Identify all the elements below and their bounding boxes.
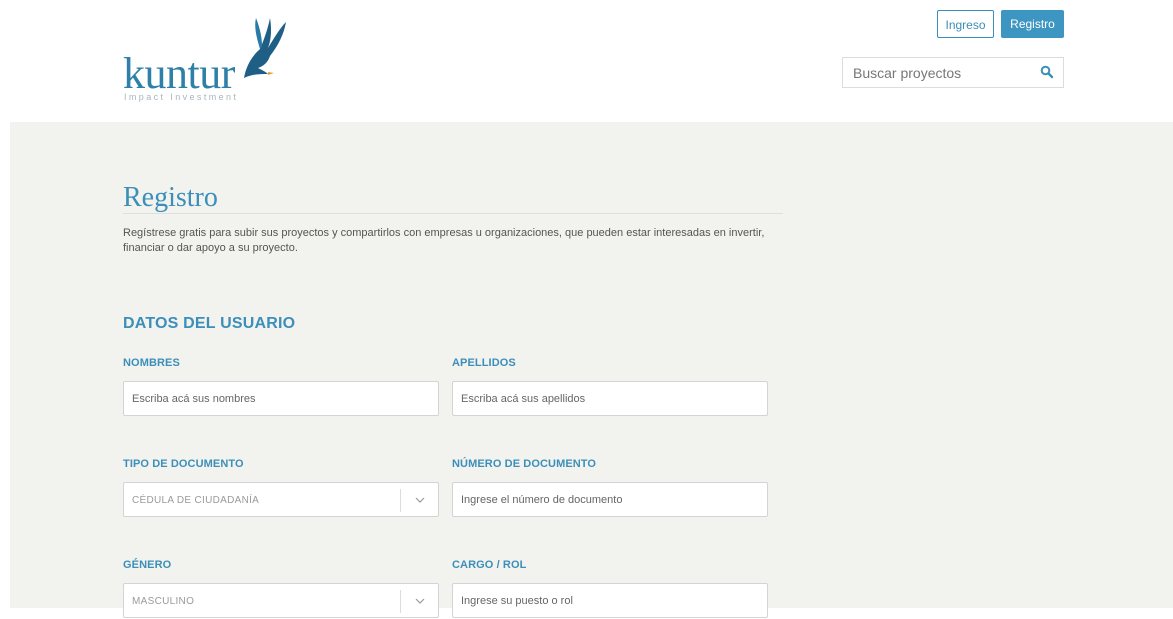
register-button[interactable]: Registro bbox=[1001, 10, 1064, 38]
cargo-field-wrapper bbox=[452, 583, 768, 618]
section-title-user-data: DATOS DEL USUARIO bbox=[123, 315, 296, 332]
login-button[interactable]: Ingreso bbox=[937, 10, 994, 38]
search-input[interactable] bbox=[843, 58, 1029, 87]
chevron-down-icon[interactable] bbox=[415, 597, 425, 605]
apellidos-input[interactable] bbox=[453, 382, 767, 415]
label-cargo: CARGO / ROL bbox=[452, 559, 527, 571]
label-apellidos: APELLIDOS bbox=[452, 357, 516, 369]
label-tipo-documento: TIPO DE DOCUMENTO bbox=[123, 458, 244, 470]
numero-documento-input[interactable] bbox=[453, 483, 767, 516]
logo-tagline: Impact Investment bbox=[124, 92, 239, 102]
search-box bbox=[842, 57, 1064, 88]
numero-documento-field-wrapper bbox=[452, 482, 768, 517]
label-nombres: NOMBRES bbox=[123, 357, 180, 369]
intro-text: Regístrese gratis para subir sus proyect… bbox=[123, 227, 765, 254]
title-divider bbox=[123, 213, 783, 214]
site-header: kuntur Impact Investment Ingreso Registr… bbox=[0, 0, 1173, 122]
tipo-documento-select[interactable]: CÉDULA DE CIUDADANÍA bbox=[123, 482, 439, 517]
chevron-down-icon[interactable] bbox=[415, 496, 425, 504]
select-divider bbox=[400, 590, 401, 613]
nombres-field-wrapper bbox=[123, 381, 439, 416]
registration-panel: Registro Regístrese gratis para subir su… bbox=[10, 122, 1173, 618]
apellidos-field-wrapper bbox=[452, 381, 768, 416]
search-icon[interactable] bbox=[1040, 65, 1054, 79]
select-divider bbox=[400, 489, 401, 512]
genero-select[interactable]: MASCULINO bbox=[123, 583, 439, 618]
label-genero: GÉNERO bbox=[123, 559, 172, 571]
logo-wordmark: kuntur bbox=[123, 49, 235, 98]
cargo-input[interactable] bbox=[453, 584, 767, 617]
label-numero-documento: NÚMERO DE DOCUMENTO bbox=[452, 458, 597, 470]
page-title: Registro bbox=[123, 182, 218, 213]
genero-value: MASCULINO bbox=[132, 596, 195, 607]
kuntur-logo[interactable]: kuntur Impact Investment bbox=[120, 16, 290, 106]
tipo-documento-value: CÉDULA DE CIUDADANÍA bbox=[132, 495, 260, 506]
nombres-input[interactable] bbox=[124, 382, 438, 415]
